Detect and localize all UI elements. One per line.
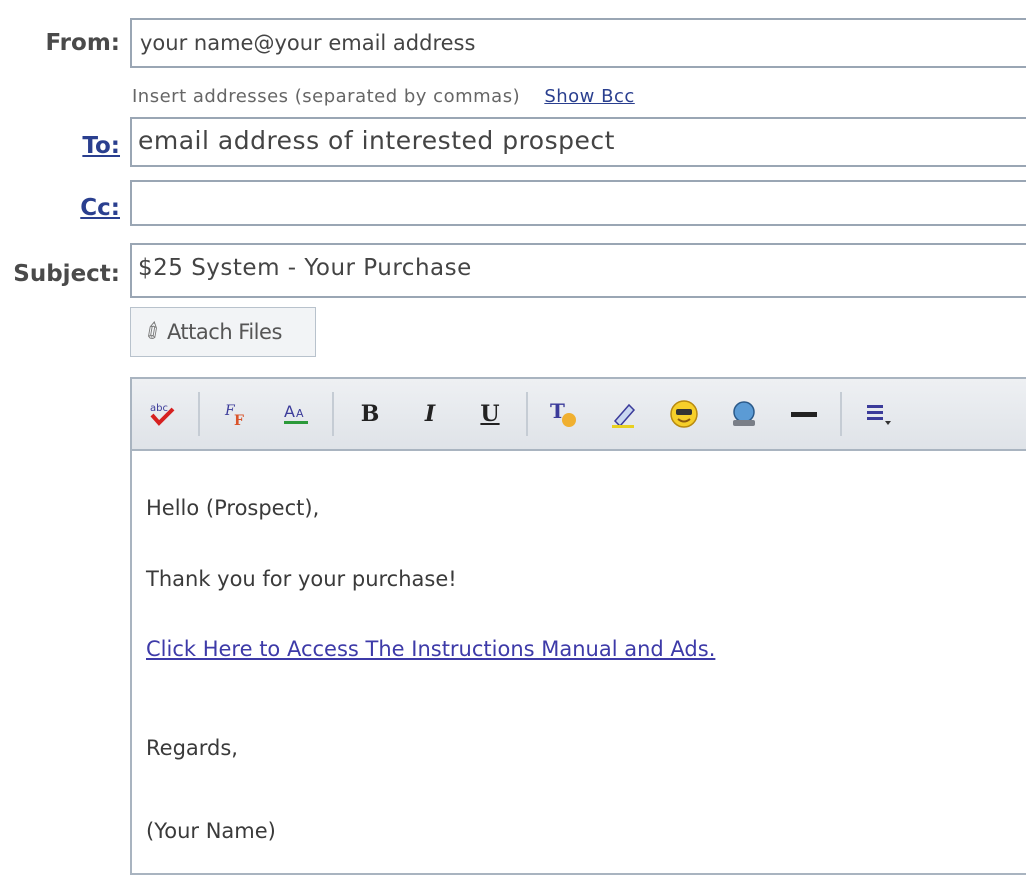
svg-text:abc: abc (150, 403, 168, 414)
toolbar-divider (840, 392, 842, 436)
paperclip-icon: ✐ (139, 316, 169, 348)
message-thanks: Thank you for your purchase! (146, 567, 457, 591)
from-label: From: (45, 30, 120, 56)
attach-files-button[interactable]: ✐ Attach Files (130, 307, 316, 357)
spellcheck-icon[interactable]: abc (140, 392, 184, 436)
horizontal-rule-icon[interactable] (782, 392, 826, 436)
to-label-link[interactable]: To: (0, 133, 120, 159)
bold-icon[interactable]: B (348, 392, 392, 436)
to-field[interactable]: email address of interested prospect (130, 117, 1026, 167)
message-signature: (Your Name) (146, 819, 276, 843)
toolbar-divider (526, 392, 528, 436)
text-color-icon[interactable]: T (542, 392, 586, 436)
svg-text:A: A (296, 407, 304, 420)
cc-label-link[interactable]: Cc: (0, 195, 120, 221)
emoticon-icon[interactable] (662, 392, 706, 436)
toolbar-divider (198, 392, 200, 436)
show-bcc-link[interactable]: Show Bcc (544, 86, 634, 107)
attach-files-label: Attach Files (166, 320, 282, 344)
underline-icon[interactable]: U (468, 392, 512, 436)
cc-field[interactable] (130, 180, 1026, 226)
address-hint: Insert addresses (separated by commas) S… (132, 86, 635, 107)
message-editor[interactable]: abc FF AA B I U T Hello (Prospect), Than… (130, 377, 1026, 875)
from-field[interactable]: your name@your email address (130, 18, 1026, 68)
instructions-link[interactable]: Click Here to Access The Instructions Ma… (146, 637, 715, 661)
highlight-icon[interactable] (602, 392, 646, 436)
message-greeting: Hello (Prospect), (146, 496, 320, 520)
font-size-icon[interactable]: AA (274, 392, 318, 436)
font-icon[interactable]: FF (214, 392, 258, 436)
message-regards: Regards, (146, 736, 238, 760)
svg-text:F: F (234, 413, 244, 429)
address-hint-text: Insert addresses (separated by commas) (132, 86, 521, 107)
italic-icon[interactable]: I (408, 392, 452, 436)
svg-text:A: A (284, 402, 295, 421)
insert-image-icon[interactable] (722, 392, 766, 436)
editor-toolbar: abc FF AA B I U T (132, 379, 1026, 451)
subject-label: Subject: (13, 261, 120, 287)
toolbar-divider (332, 392, 334, 436)
align-icon[interactable] (856, 392, 900, 436)
subject-field[interactable]: $25 System - Your Purchase (130, 243, 1026, 298)
